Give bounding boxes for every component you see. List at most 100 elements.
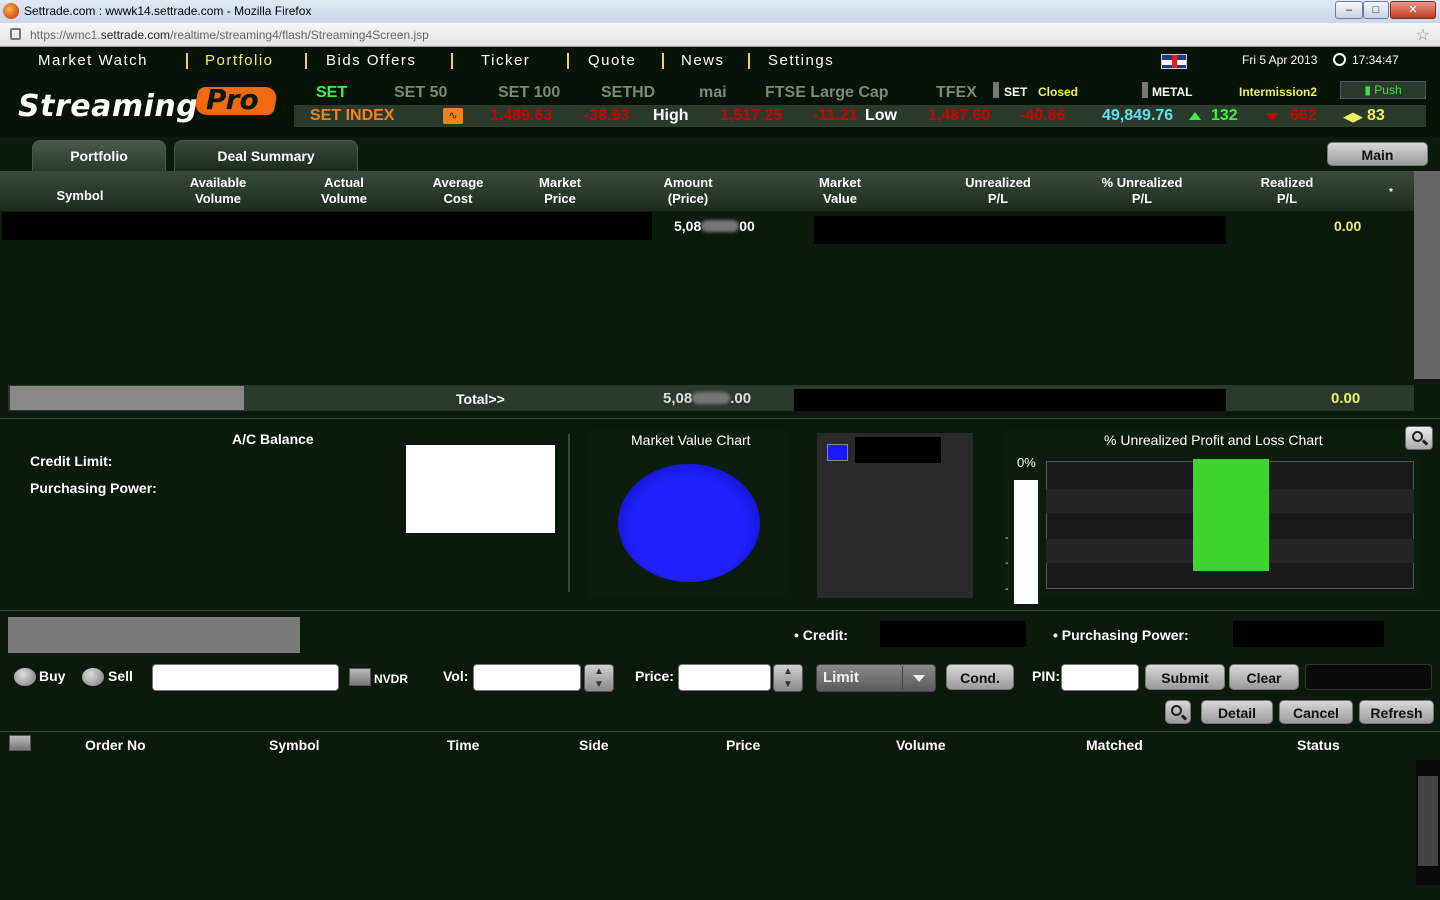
market-tab-set50[interactable]: SET 50 xyxy=(394,84,447,102)
nvdr-checkbox[interactable] xyxy=(349,668,371,686)
nav-separator xyxy=(451,53,453,69)
price-label: Price: xyxy=(635,668,674,684)
cancel-button[interactable]: Cancel xyxy=(1279,700,1353,724)
market-tab-mai[interactable]: mai xyxy=(699,84,727,102)
row-amount: 5,08 00 xyxy=(674,218,755,234)
close-window-button[interactable]: ✕ xyxy=(1390,1,1436,19)
panel-separator xyxy=(568,434,570,592)
col-order-price[interactable]: Price xyxy=(726,737,760,753)
detail-button[interactable]: Detail xyxy=(1201,700,1273,724)
market-tab-tfex[interactable]: TFEX xyxy=(936,84,977,102)
nav-settings[interactable]: Settings xyxy=(768,52,834,69)
col-amount-price[interactable]: Amount (Price) xyxy=(638,175,738,207)
account-selector[interactable] xyxy=(8,617,300,653)
clear-button[interactable]: Clear xyxy=(1229,664,1299,690)
search-icon xyxy=(1171,705,1182,716)
low-label: Low xyxy=(865,107,897,124)
price-input[interactable] xyxy=(678,664,771,691)
submit-button[interactable]: Submit xyxy=(1145,664,1225,690)
col-average-cost[interactable]: Average Cost xyxy=(408,175,508,207)
col-order-symbol[interactable]: Symbol xyxy=(269,737,320,753)
select-all-checkbox[interactable] xyxy=(9,735,31,751)
table-scrollbar[interactable] xyxy=(1414,171,1440,379)
uk-flag-icon[interactable] xyxy=(1161,54,1187,69)
tab-portfolio[interactable]: Portfolio xyxy=(32,140,166,171)
col-order-side[interactable]: Side xyxy=(579,737,609,753)
market-tab-ftse[interactable]: FTSE Large Cap xyxy=(765,84,889,102)
main-button[interactable]: Main xyxy=(1327,142,1428,166)
nav-bids-offers[interactable]: Bids Offers xyxy=(326,52,416,69)
minimize-button[interactable]: – xyxy=(1335,1,1363,19)
refresh-button[interactable]: Refresh xyxy=(1359,700,1434,724)
credit-limit-label: Credit Limit: xyxy=(30,453,113,469)
nav-news[interactable]: News xyxy=(681,52,725,69)
divider xyxy=(0,418,1440,419)
ac-balance-title: A/C Balance xyxy=(232,431,314,447)
market-value-pie[interactable] xyxy=(618,464,760,582)
market-tab-sethd[interactable]: SETHD xyxy=(601,84,655,102)
streaming-pro-logo: Streaming Pro xyxy=(18,83,279,127)
nav-market-watch[interactable]: Market Watch xyxy=(38,52,148,69)
market-tab-set100[interactable]: SET 100 xyxy=(498,84,560,102)
col-market-value[interactable]: Market Value xyxy=(790,175,890,207)
col-order-time[interactable]: Time xyxy=(447,737,479,753)
nav-separator xyxy=(305,53,307,69)
nav-quote[interactable]: Quote xyxy=(588,52,636,69)
pl-bar[interactable] xyxy=(1193,459,1269,571)
col-realized-pl[interactable]: Realized P/L xyxy=(1237,175,1337,207)
url-text[interactable]: https://wmc1.settrade.com/realtime/strea… xyxy=(30,28,429,42)
search-orders-button[interactable] xyxy=(1165,700,1191,724)
cond-button[interactable]: Cond. xyxy=(946,664,1014,690)
col-order-no[interactable]: Order No xyxy=(85,737,146,753)
purchasing-power-order-label: • Purchasing Power: xyxy=(1053,627,1189,643)
pl-chart-title: % Unrealized Profit and Loss Chart xyxy=(1104,432,1323,448)
nav-portfolio[interactable]: Portfolio xyxy=(205,52,274,69)
nav-ticker[interactable]: Ticker xyxy=(481,52,530,69)
clock-icon xyxy=(1333,53,1346,66)
session-label: Intermission2 xyxy=(1239,85,1318,99)
pin-input[interactable] xyxy=(1061,664,1139,691)
index-change: -38.93 xyxy=(584,107,630,124)
nav-separator xyxy=(186,53,188,69)
symbol-input[interactable] xyxy=(152,664,339,691)
tab-deal-summary[interactable]: Deal Summary xyxy=(174,140,358,171)
col-order-volume[interactable]: Volume xyxy=(896,737,946,753)
legend-swatch xyxy=(827,444,848,461)
total-scroll-thumb[interactable] xyxy=(10,386,244,410)
index-name[interactable]: SET INDEX xyxy=(310,107,394,125)
redacted-purchasing-power xyxy=(1233,621,1384,647)
high-label: High xyxy=(653,107,689,124)
nav-separator xyxy=(662,53,664,69)
col-symbol[interactable]: Symbol xyxy=(40,188,120,204)
sell-radio[interactable] xyxy=(82,668,104,686)
declines-count: 662 xyxy=(1290,107,1317,124)
zoom-chart-button[interactable] xyxy=(1405,426,1433,450)
col-pct-unrealized-pl[interactable]: % Unrealized P/L xyxy=(1082,175,1202,207)
market-tab-set[interactable]: SET xyxy=(316,84,347,102)
address-bar[interactable]: https://wmc1.settrade.com/realtime/strea… xyxy=(0,23,1440,47)
push-button[interactable]: ▮ Push xyxy=(1340,81,1426,99)
redacted-row-values xyxy=(814,216,1226,244)
col-order-matched[interactable]: Matched xyxy=(1086,737,1143,753)
volume-stepper[interactable]: ▲ ▼ xyxy=(584,664,614,692)
col-more[interactable]: * xyxy=(1384,185,1398,201)
col-market-price[interactable]: Market Price xyxy=(510,175,610,207)
col-unrealized-pl[interactable]: Unrealized P/L xyxy=(938,175,1058,207)
index-volume: 49,849.76 xyxy=(1102,107,1174,124)
price-stepper[interactable]: ▲ ▼ xyxy=(773,664,803,692)
col-actual-volume[interactable]: Actual Volume xyxy=(294,175,394,207)
chevron-down-icon[interactable] xyxy=(902,666,934,690)
order-scroll-thumb[interactable] xyxy=(1418,776,1438,866)
maximize-button[interactable]: □ xyxy=(1363,1,1389,19)
col-order-status[interactable]: Status xyxy=(1297,737,1340,753)
chart-icon[interactable]: ∿ xyxy=(443,108,463,124)
total-amount: 5,08.00 xyxy=(663,390,752,407)
nvdr-label: NVDR xyxy=(374,672,409,686)
metal-label: METAL xyxy=(1152,85,1193,99)
sell-label: Sell xyxy=(108,668,133,684)
bookmark-star-icon[interactable]: ☆ xyxy=(1416,25,1430,45)
buy-radio[interactable] xyxy=(14,668,36,686)
col-available-volume[interactable]: Available Volume xyxy=(168,175,268,207)
volume-input[interactable] xyxy=(473,664,581,691)
status-indicator xyxy=(993,82,999,98)
